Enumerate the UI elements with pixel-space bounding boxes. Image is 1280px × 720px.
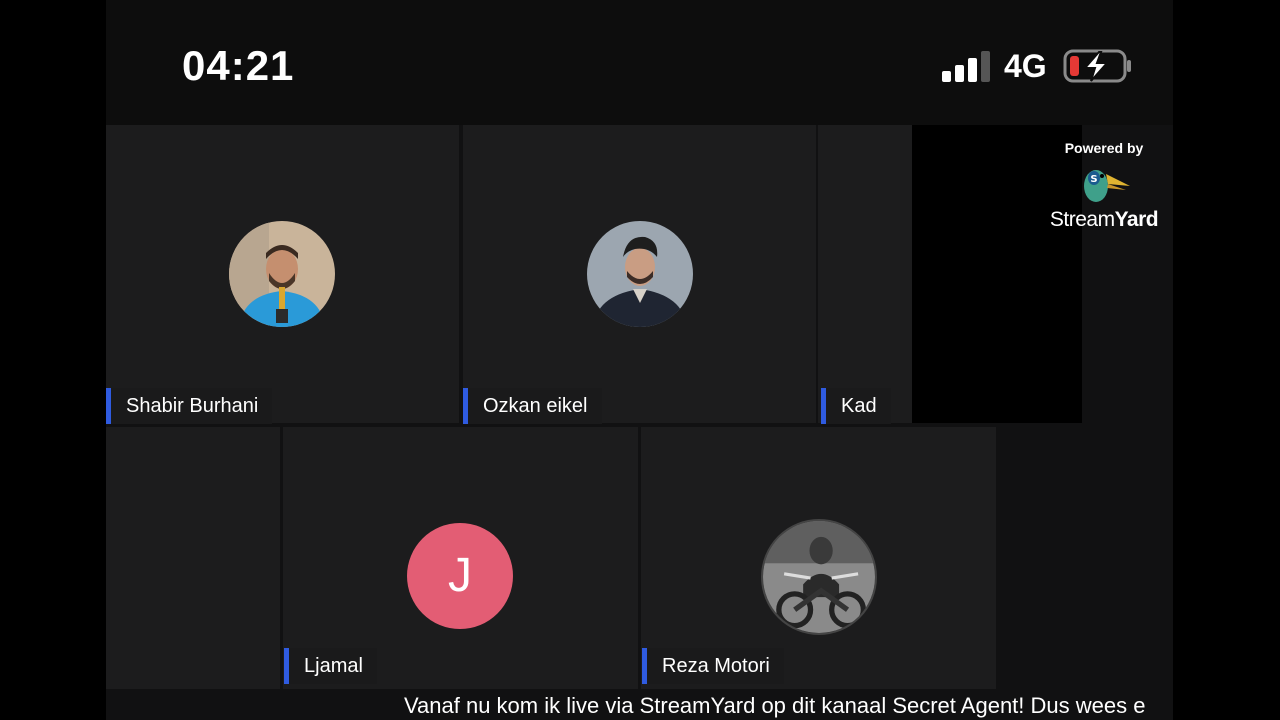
brand-regular: Stream [1049,208,1115,231]
nametag-reza: Reza Motori [642,648,784,684]
nametag-ljamal: Ljamal [284,648,377,684]
ticker-bar: Vanaf nu kom ik live via StreamYard op d… [106,690,1173,720]
powered-by-streamyard: Powered by S StreamYard [1044,140,1164,232]
brand-bold: Yard [1114,208,1159,231]
streamyard-brand: StreamYard [1044,208,1164,232]
battery-charging-icon [1063,48,1135,84]
nametag-kad: Kad [821,388,891,424]
svg-text:S: S [1090,174,1097,185]
avatar-reza [761,519,877,635]
nametag-ozkan: Ozkan eikel [463,388,602,424]
status-bar: 04:21 4G [106,0,1173,125]
network-type: 4G [1004,48,1047,84]
ticker-text: Vanaf nu kom ik live via StreamYard op d… [404,693,1146,718]
avatar-ljamal: J [407,523,513,629]
avatar-shabir [229,221,335,327]
avatar-ozkan [587,221,693,327]
stream-frame: 04:21 4G J Shabir Burhani Ozkan eikel Ka… [106,0,1173,720]
participant-tile-kad[interactable] [818,125,912,423]
status-time: 04:21 [182,42,295,89]
cellular-signal-icon [942,50,992,82]
nametag-shabir: Shabir Burhani [106,388,273,424]
empty-tile-left [106,427,280,689]
powered-by-label: Powered by [1064,140,1144,156]
streamyard-duck-logo-icon: S [1084,170,1130,202]
